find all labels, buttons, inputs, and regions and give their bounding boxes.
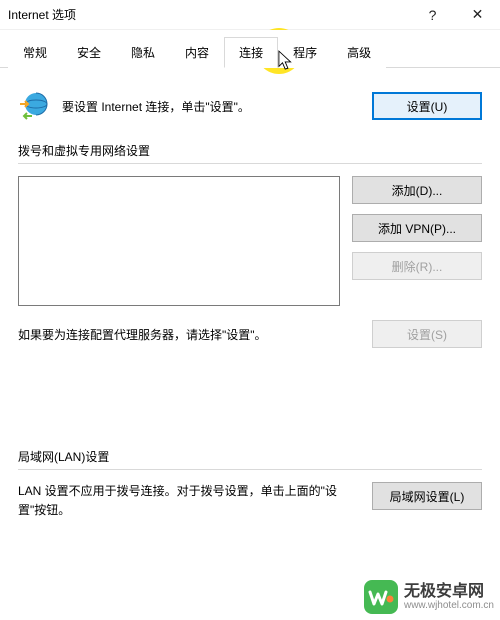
tab-general[interactable]: 常规 bbox=[8, 37, 62, 68]
divider bbox=[18, 163, 482, 164]
divider-lan bbox=[18, 469, 482, 470]
tab-bar: 常规 安全 隐私 内容 连接 程序 高级 bbox=[0, 30, 500, 68]
tab-programs[interactable]: 程序 bbox=[278, 37, 332, 68]
lan-section-title: 局域网(LAN)设置 bbox=[18, 448, 482, 465]
lan-row: LAN 设置不应用于拨号连接。对于拨号设置，单击上面的"设置"按钮。 局域网设置… bbox=[18, 482, 482, 520]
tab-advanced[interactable]: 高级 bbox=[332, 37, 386, 68]
add-button[interactable]: 添加(D)... bbox=[352, 176, 482, 204]
watermark-url: www.wjhotel.com.cn bbox=[404, 600, 494, 611]
watermark: 无极安卓网 www.wjhotel.com.cn bbox=[364, 580, 494, 614]
tab-privacy[interactable]: 隐私 bbox=[116, 37, 170, 68]
add-vpn-button[interactable]: 添加 VPN(P)... bbox=[352, 214, 482, 242]
window-title: Internet 选项 bbox=[8, 6, 410, 23]
watermark-title: 无极安卓网 bbox=[404, 583, 494, 601]
dial-settings-button: 设置(S) bbox=[372, 320, 482, 348]
close-button[interactable]: ✕ bbox=[455, 0, 500, 30]
tab-connections[interactable]: 连接 bbox=[224, 37, 278, 68]
lan-section: 局域网(LAN)设置 LAN 设置不应用于拨号连接。对于拨号设置，单击上面的"设… bbox=[18, 448, 482, 520]
tab-security[interactable]: 安全 bbox=[62, 37, 116, 68]
setup-button[interactable]: 设置(U) bbox=[372, 92, 482, 120]
watermark-logo-icon bbox=[364, 580, 398, 614]
proxy-instruction: 如果要为连接配置代理服务器，请选择"设置"。 bbox=[18, 326, 360, 343]
lan-description: LAN 设置不应用于拨号连接。对于拨号设置，单击上面的"设置"按钮。 bbox=[18, 482, 360, 520]
proxy-row: 如果要为连接配置代理服务器，请选择"设置"。 设置(S) bbox=[18, 320, 482, 348]
setup-instruction: 要设置 Internet 连接，单击"设置"。 bbox=[62, 98, 360, 115]
connections-listbox[interactable] bbox=[18, 176, 340, 306]
dial-buttons: 添加(D)... 添加 VPN(P)... 删除(R)... bbox=[352, 176, 482, 306]
title-bar: Internet 选项 ? ✕ bbox=[0, 0, 500, 30]
remove-button: 删除(R)... bbox=[352, 252, 482, 280]
tab-content[interactable]: 内容 bbox=[170, 37, 224, 68]
dial-row: 添加(D)... 添加 VPN(P)... 删除(R)... bbox=[18, 176, 482, 306]
dial-section-title: 拨号和虚拟专用网络设置 bbox=[18, 142, 482, 159]
content-area: 要设置 Internet 连接，单击"设置"。 设置(U) 拨号和虚拟专用网络设… bbox=[0, 68, 500, 532]
help-button[interactable]: ? bbox=[410, 0, 455, 30]
setup-row: 要设置 Internet 连接，单击"设置"。 设置(U) bbox=[18, 90, 482, 122]
lan-settings-button[interactable]: 局域网设置(L) bbox=[372, 482, 482, 510]
globe-icon bbox=[18, 90, 50, 122]
